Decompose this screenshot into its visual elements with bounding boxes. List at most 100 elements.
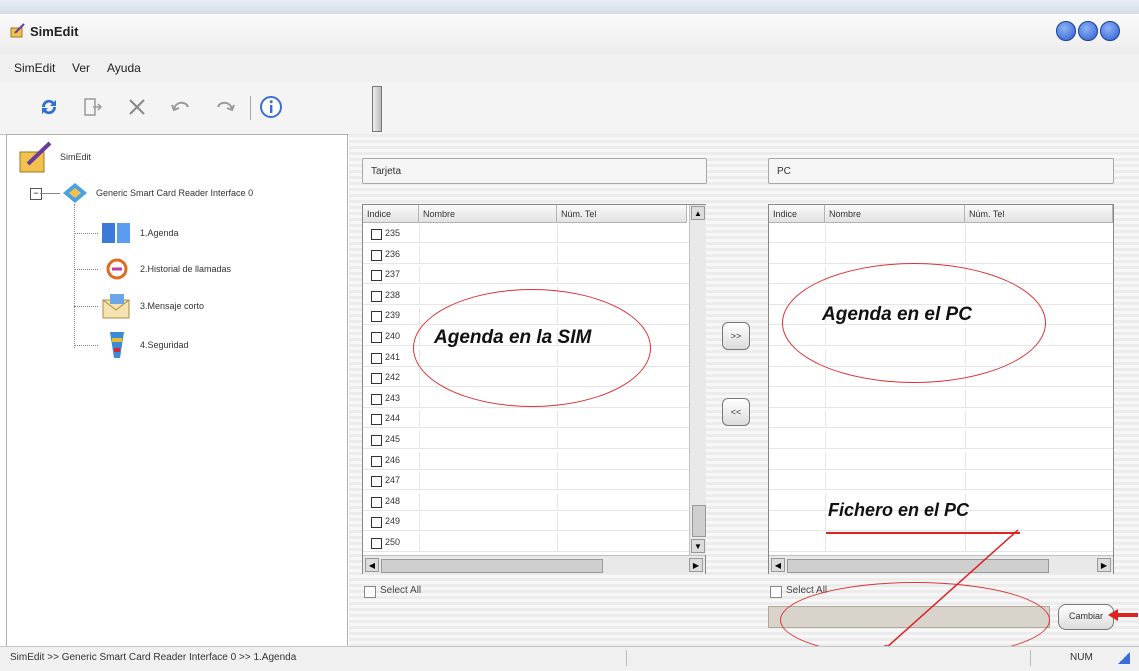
refresh-icon[interactable] xyxy=(34,92,64,122)
column-divider xyxy=(825,369,826,388)
menu-ayuda[interactable]: Ayuda xyxy=(107,61,141,75)
column-divider xyxy=(557,410,558,429)
sim-table-row[interactable]: 236 xyxy=(363,245,689,264)
scroll-thumb[interactable] xyxy=(692,505,706,537)
column-divider xyxy=(965,225,966,243)
row-checkbox[interactable] xyxy=(371,249,382,261)
scroll-thumb[interactable] xyxy=(381,559,603,573)
export-icon[interactable] xyxy=(78,92,108,122)
row-checkbox[interactable] xyxy=(371,352,382,364)
column-divider xyxy=(557,225,558,243)
row-checkbox[interactable] xyxy=(371,270,382,282)
pc-table-row[interactable] xyxy=(769,472,1113,491)
delete-icon[interactable] xyxy=(122,92,152,122)
scroll-down-button[interactable]: ▼ xyxy=(691,539,705,553)
row-checkbox[interactable] xyxy=(371,290,382,302)
row-checkbox[interactable] xyxy=(371,517,382,529)
column-divider xyxy=(419,286,420,305)
sim-horizontal-scrollbar[interactable]: ◀ ▶ xyxy=(363,555,705,574)
pc-table-row[interactable] xyxy=(769,410,1113,429)
minimize-button[interactable] xyxy=(1056,21,1076,41)
scroll-left-button[interactable]: ◀ xyxy=(771,558,785,572)
row-checkbox[interactable] xyxy=(371,373,382,385)
pc-col-name[interactable]: Nombre xyxy=(825,205,965,223)
status-num: NUM xyxy=(1070,652,1093,663)
row-index: 244 xyxy=(385,413,401,424)
pc-table-row[interactable] xyxy=(769,225,1113,243)
row-checkbox[interactable] xyxy=(371,476,382,488)
row-checkbox[interactable] xyxy=(371,332,382,343)
sim-col-name[interactable]: Nombre xyxy=(419,205,557,223)
sim-table-row[interactable]: 235 xyxy=(363,225,689,243)
pc-table-row[interactable] xyxy=(769,389,1113,408)
top-strip xyxy=(0,0,1139,14)
column-divider xyxy=(965,410,966,429)
security-icon xyxy=(110,332,124,358)
sim-select-all-checkbox[interactable] xyxy=(364,586,376,598)
tree-item-message[interactable]: 3.Mensaje corto xyxy=(140,301,204,311)
tree-item-security[interactable]: 4.Seguridad xyxy=(140,340,189,350)
maximize-button[interactable] xyxy=(1078,21,1098,41)
resize-grip-icon[interactable] xyxy=(1118,652,1130,664)
row-checkbox[interactable] xyxy=(371,496,382,508)
tree-reader-label[interactable]: Generic Smart Card Reader Interface 0 xyxy=(96,188,253,198)
row-checkbox[interactable] xyxy=(371,393,382,405)
redo-icon[interactable] xyxy=(210,92,240,122)
scroll-right-button[interactable]: ▶ xyxy=(1097,558,1111,572)
menu-ver[interactable]: Ver xyxy=(72,61,90,75)
tree-connector xyxy=(74,269,98,271)
scroll-up-button[interactable]: ▲ xyxy=(691,206,705,220)
column-divider xyxy=(825,492,826,511)
sim-col-phone[interactable]: Núm. Tel xyxy=(557,205,687,223)
row-checkbox[interactable] xyxy=(371,455,382,467)
row-checkbox[interactable] xyxy=(371,229,382,240)
sim-table-row[interactable]: 248 xyxy=(363,492,689,511)
sim-table-row[interactable]: 245 xyxy=(363,431,689,449)
sim-table-row[interactable]: 244 xyxy=(363,410,689,429)
pc-table-row[interactable] xyxy=(769,451,1113,470)
sim-table-row[interactable]: 249 xyxy=(363,513,689,532)
sim-table-row[interactable]: 237 xyxy=(363,266,689,285)
annotation-file: Fichero en el PC xyxy=(828,500,970,520)
tree-collapse-toggle[interactable]: − xyxy=(30,188,42,200)
pc-table-row[interactable] xyxy=(769,431,1113,449)
window-title: SimEdit xyxy=(30,24,79,39)
sim-table-row[interactable]: 246 xyxy=(363,451,689,470)
tree-root-label[interactable]: SimEdit xyxy=(60,152,91,162)
tree-item-agenda[interactable]: 1.Agenda xyxy=(140,228,179,238)
change-file-button[interactable]: Cambiar xyxy=(1058,604,1114,630)
sim-table-row[interactable]: 247 xyxy=(363,472,689,491)
column-divider xyxy=(557,451,558,470)
pc-col-phone[interactable]: Núm. Tel xyxy=(965,205,1113,223)
sim-table-row[interactable]: 250 xyxy=(363,534,689,552)
pc-select-all-checkbox[interactable] xyxy=(770,586,782,598)
tree-connector xyxy=(74,345,98,347)
column-divider xyxy=(557,245,558,264)
status-divider xyxy=(626,650,627,666)
column-divider xyxy=(965,245,966,264)
scroll-left-button[interactable]: ◀ xyxy=(365,558,379,572)
toolbar-grip[interactable] xyxy=(372,86,382,132)
row-index: 248 xyxy=(385,495,401,506)
pc-col-index[interactable]: Indice xyxy=(769,205,825,223)
pc-table-row[interactable] xyxy=(769,245,1113,264)
tree-item-call-history[interactable]: 2.Historial de llamadas xyxy=(140,264,231,274)
row-checkbox[interactable] xyxy=(371,538,382,549)
undo-icon[interactable] xyxy=(166,92,196,122)
menu-simedit[interactable]: SimEdit xyxy=(14,61,55,75)
sim-col-index[interactable]: Indice xyxy=(363,205,419,223)
copy-to-pc-button[interactable]: >> xyxy=(722,322,750,350)
row-checkbox[interactable] xyxy=(371,311,382,323)
sim-vertical-scrollbar[interactable]: ▲ ▼ xyxy=(689,205,706,555)
copy-to-sim-button[interactable]: << xyxy=(722,398,750,426)
close-button[interactable] xyxy=(1100,21,1120,41)
column-divider xyxy=(419,410,420,429)
row-checkbox[interactable] xyxy=(371,414,382,426)
row-checkbox[interactable] xyxy=(371,435,382,446)
toolbar-separator xyxy=(250,96,251,120)
column-divider xyxy=(419,307,420,326)
column-divider xyxy=(825,225,826,243)
info-icon[interactable] xyxy=(256,92,286,122)
column-divider xyxy=(419,534,420,552)
scroll-right-button[interactable]: ▶ xyxy=(689,558,703,572)
